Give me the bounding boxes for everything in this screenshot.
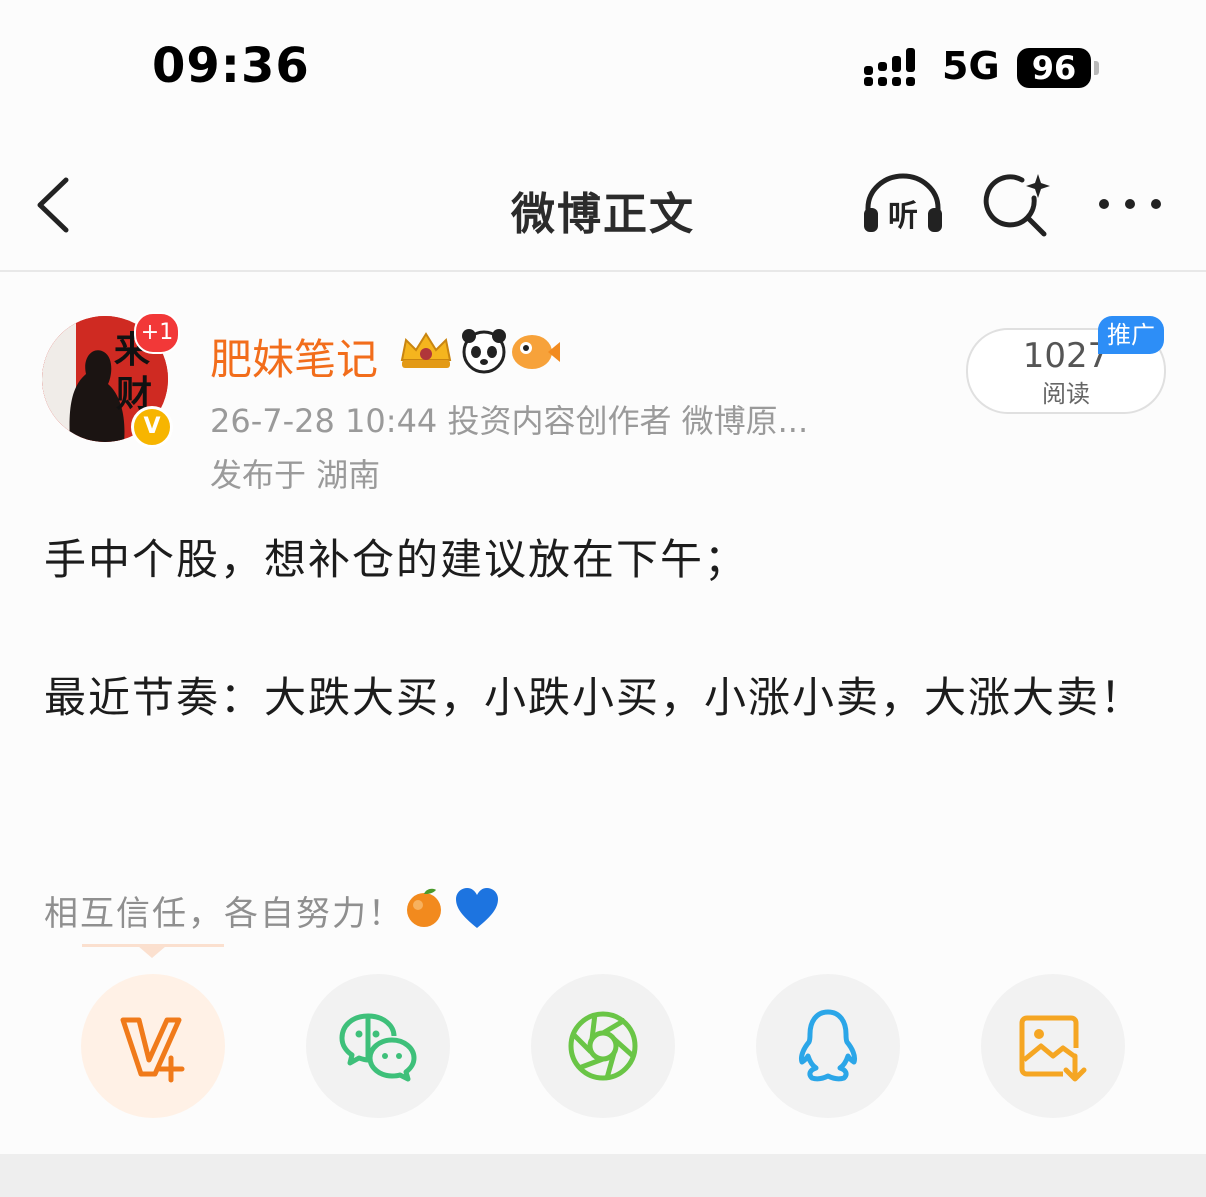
moments-icon xyxy=(568,1011,638,1081)
avatar-badge: +1 xyxy=(134,312,180,354)
crown-badge-icon xyxy=(400,332,452,368)
qq-icon xyxy=(799,1009,857,1082)
verified-badge: V xyxy=(131,406,173,448)
share-pointer xyxy=(138,946,166,958)
status-time: 09:36 xyxy=(152,38,310,94)
tangerine-icon xyxy=(407,888,441,927)
battery-level: 96 xyxy=(1017,48,1091,88)
listen-icon[interactable]: 听 xyxy=(860,172,946,236)
nav-divider xyxy=(0,270,1206,272)
fish-badge-icon xyxy=(512,335,560,369)
panda-badge-icon xyxy=(462,329,506,374)
ai-search-icon[interactable] xyxy=(982,172,1052,238)
badges xyxy=(400,329,560,374)
vplus-icon xyxy=(120,1017,185,1083)
share-moments-button[interactable] xyxy=(531,974,675,1118)
share-vplus-button[interactable] xyxy=(81,974,225,1118)
network-type: 5G xyxy=(942,44,1000,88)
blue-heart-icon xyxy=(456,888,498,928)
read-label: 阅读 xyxy=(1042,380,1090,408)
save-image-button[interactable] xyxy=(981,974,1125,1118)
share-qq-button[interactable] xyxy=(756,974,900,1118)
post-location: 发布于 湖南 xyxy=(210,456,381,494)
battery-tip xyxy=(1094,61,1099,75)
signature-text: 相互信任，各自努力！ xyxy=(44,894,404,934)
wechat-icon xyxy=(339,1013,417,1082)
post-meta: 26-7-28 10:44 投资内容创作者 微博原... xyxy=(210,402,809,440)
svg-text:听: 听 xyxy=(888,199,918,234)
signal-icon xyxy=(864,48,915,86)
share-wechat-button[interactable] xyxy=(306,974,450,1118)
post-text-line: 手中个股，想补仓的建议放在下午； xyxy=(44,535,749,584)
promote-tag[interactable]: 推广 xyxy=(1098,316,1164,354)
save-image-icon xyxy=(1019,1015,1087,1082)
more-icon[interactable] xyxy=(1094,186,1166,222)
post-text-paragraph: 最近节奏：大跌大买，小跌小买，小涨小卖，大涨大卖！ xyxy=(44,673,1145,722)
author-name[interactable]: 肥妹笔记 xyxy=(210,326,378,387)
bottom-divider xyxy=(0,1154,1206,1197)
